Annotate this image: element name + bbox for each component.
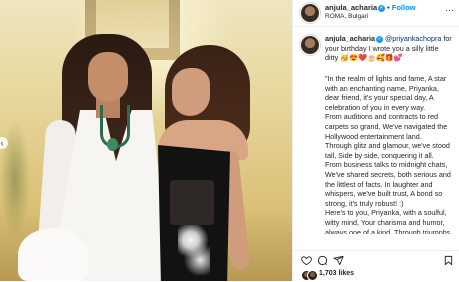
like-count[interactable]: 1,703 likes (319, 270, 354, 277)
post-side-panel: anjula_acharia ✓ • Follow ROMA, Bulgari ···… (292, 0, 459, 282)
post-photo[interactable]: ‹ (0, 0, 292, 281)
post-actions: 1,703 likes (293, 250, 459, 282)
share-icon[interactable] (333, 255, 344, 266)
person-right-face (172, 68, 210, 116)
separator-dot: • (387, 3, 390, 12)
post-caption: anjula_acharia ✓ @priyankachopra for your… (293, 34, 459, 234)
follow-button[interactable]: Follow (392, 3, 416, 12)
person-left-face (88, 52, 128, 102)
more-options-icon[interactable]: ··· (445, 5, 454, 15)
necklace-pendant (107, 138, 118, 151)
likes-summary[interactable]: 1,703 likes (301, 269, 451, 281)
verified-badge-icon: ✓ (378, 5, 386, 12)
caption-avatar[interactable] (301, 36, 319, 54)
heart-icon[interactable] (301, 255, 312, 266)
verified-badge-icon: ✓ (375, 36, 383, 43)
caption-mention[interactable]: @priyankachopra (385, 34, 441, 43)
liker-avatar (307, 270, 318, 281)
caption-body: "In the realm of lights and fame, A star… (325, 74, 451, 234)
caption-username[interactable]: anjula_acharia (325, 34, 375, 43)
dress-mesh-panel (170, 180, 214, 225)
post-location[interactable]: ROMA, Bulgari (325, 13, 368, 20)
feather-sleeve (18, 228, 88, 281)
bookmark-icon[interactable] (443, 255, 454, 266)
comment-icon[interactable] (317, 255, 328, 266)
post-header: anjula_acharia ✓ • Follow ROMA, Bulgari ··· (293, 0, 459, 27)
post-author-line: anjula_acharia ✓ • Follow (325, 3, 416, 12)
post-username[interactable]: anjula_acharia (325, 3, 377, 12)
dress-embellishment (178, 225, 210, 275)
caption-header: anjula_acharia ✓ @priyankachopra for your… (325, 34, 453, 63)
avatar[interactable] (301, 4, 319, 22)
